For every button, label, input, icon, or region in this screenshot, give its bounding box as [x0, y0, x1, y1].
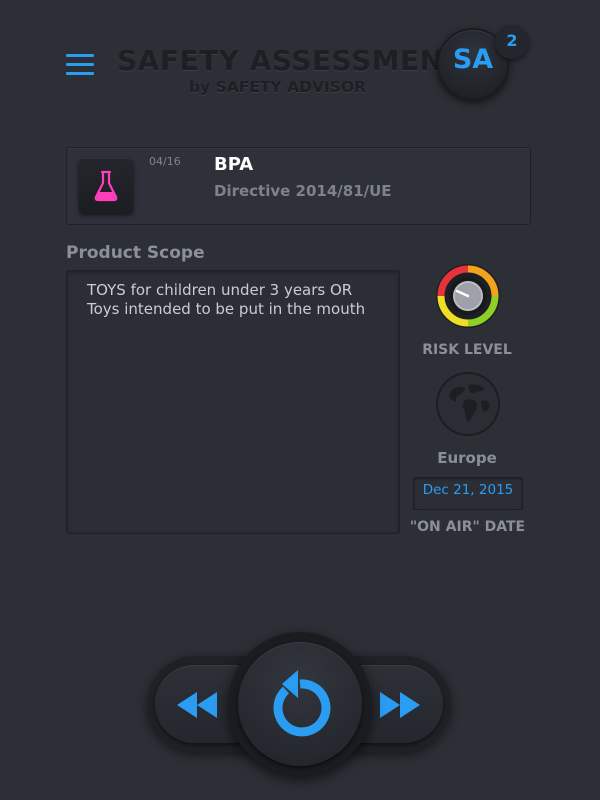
- region-label: Europe: [437, 449, 497, 467]
- hamburger-menu-icon[interactable]: [66, 52, 94, 76]
- substance-card[interactable]: 04/16 BPA Directive 2014/81/UE: [66, 147, 531, 225]
- on-air-date-value: Dec 21, 2015: [422, 482, 514, 498]
- risk-level-label: RISK LEVEL: [422, 342, 512, 358]
- logo-badge-text: 2: [506, 31, 518, 50]
- refresh-icon: [273, 670, 331, 737]
- app-subtitle: by SAFETY ADVISOR: [189, 78, 367, 96]
- on-air-date-field[interactable]: Dec 21, 2015: [413, 477, 523, 510]
- product-scope-heading: Product Scope: [66, 243, 205, 263]
- page-counter: 04/16: [149, 155, 181, 168]
- rewind-icon: [177, 692, 217, 718]
- app-screen: SAFETY ASSESSMENT by SAFETY ADVISOR SA 2…: [0, 0, 600, 800]
- app-title: SAFETY ASSESSMENT: [117, 44, 464, 77]
- globe-icon: [435, 371, 501, 437]
- product-scope-box: TOYS for children under 3 years OR Toys …: [66, 270, 400, 534]
- fast-forward-icon: [380, 692, 420, 718]
- directive-reference: Directive 2014/81/UE: [214, 182, 392, 200]
- on-air-date-label: "ON AIR" DATE: [409, 519, 526, 535]
- refresh-button[interactable]: [238, 642, 362, 766]
- product-scope-text: TOYS for children under 3 years OR Toys …: [87, 281, 366, 318]
- flask-icon: [79, 158, 133, 213]
- risk-gauge-icon: [435, 263, 501, 329]
- substance-name: BPA: [214, 154, 254, 175]
- logo-badge: 2: [495, 25, 529, 59]
